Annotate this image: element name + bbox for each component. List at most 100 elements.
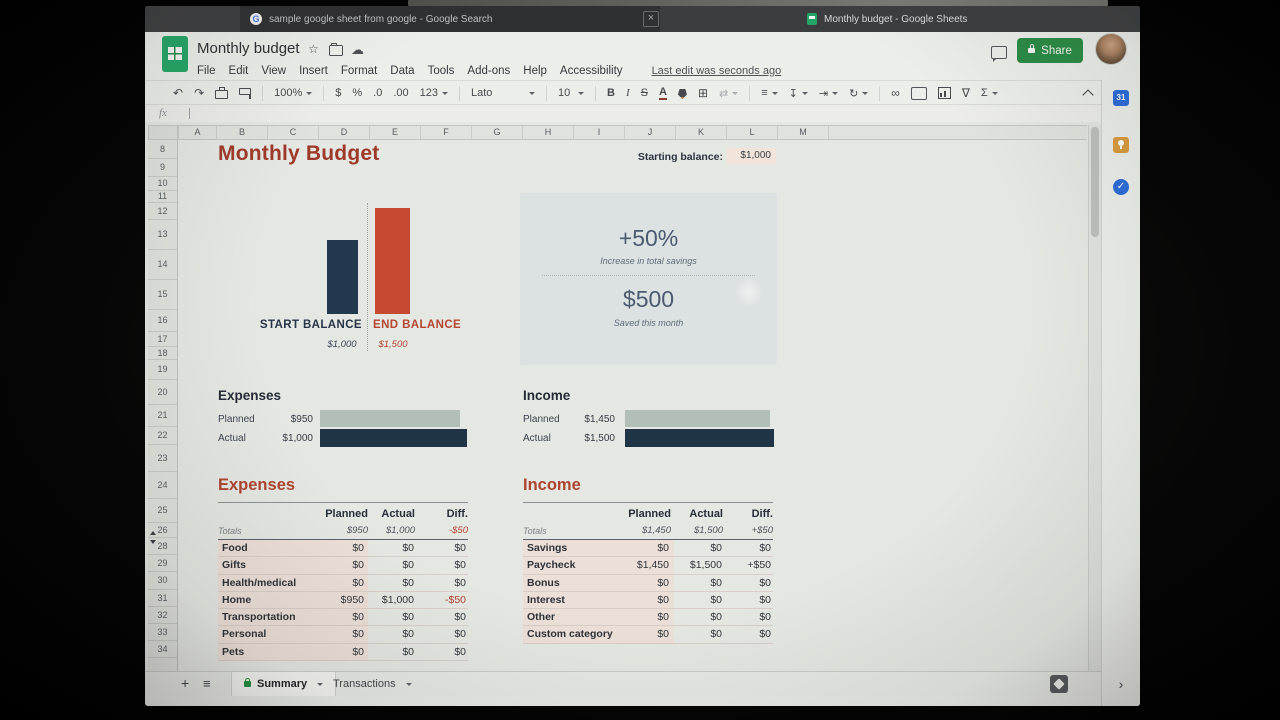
paint-format-icon[interactable] — [239, 88, 251, 95]
font-size-select[interactable]: 10 — [558, 87, 584, 99]
vertical-align-icon[interactable]: ↧ — [789, 87, 808, 100]
income-header-planned[interactable]: Planned — [611, 508, 671, 520]
income-actual-value[interactable]: $1,500 — [555, 433, 615, 444]
menu-edit[interactable]: Edit — [229, 65, 249, 77]
menu-accessibility[interactable]: Accessibility — [560, 65, 623, 77]
row-header[interactable]: 31 — [148, 590, 177, 607]
balance-bar-chart[interactable]: START BALANCE END BALANCE $1,000 $1,500 — [240, 197, 485, 362]
fill-color-icon[interactable] — [678, 89, 687, 99]
column-header[interactable]: F — [421, 125, 472, 140]
table-row[interactable]: Food $0 $0 $0 — [218, 540, 468, 557]
expenses-actual-label[interactable]: Actual — [218, 433, 246, 444]
row-header[interactable]: 29 — [148, 555, 177, 572]
expenses-summary-title[interactable]: Expenses — [218, 388, 281, 403]
row-header[interactable]: 18 — [148, 347, 177, 360]
row-header[interactable]: 11 — [148, 191, 177, 203]
starting-balance-value-cell[interactable]: $1,000 — [727, 148, 776, 164]
row-header[interactable]: 8 — [148, 140, 177, 159]
column-header[interactable]: C — [268, 125, 319, 140]
star-icon[interactable]: ☆ — [308, 42, 319, 56]
menu-addons[interactable]: Add-ons — [467, 65, 510, 77]
row-header[interactable]: 19 — [148, 360, 177, 380]
borders-icon[interactable]: ⊞ — [698, 87, 708, 99]
select-all-corner[interactable] — [148, 125, 178, 140]
column-header[interactable]: B — [217, 125, 268, 140]
column-header[interactable]: G — [472, 125, 523, 140]
column-header[interactable]: K — [676, 125, 727, 140]
sheet-tab-transactions[interactable]: Transactions — [321, 672, 424, 696]
menu-insert[interactable]: Insert — [299, 65, 328, 77]
table-row[interactable]: Gifts $0 $0 $0 — [218, 557, 468, 574]
table-row[interactable]: Home $950 $1,000 -$50 — [218, 592, 468, 609]
decrease-decimal-button[interactable]: .0 — [373, 87, 382, 99]
text-color-button[interactable]: A — [659, 87, 667, 100]
income-planned-bar[interactable] — [625, 410, 770, 427]
table-row[interactable]: Interest $0 $0 $0 — [523, 592, 773, 609]
functions-icon[interactable]: Σ — [981, 87, 998, 99]
row-header[interactable]: 33 — [148, 624, 177, 641]
document-title[interactable]: Monthly budget — [197, 40, 300, 57]
column-header[interactable]: A — [178, 125, 217, 140]
hidden-row-up-icon[interactable] — [150, 531, 156, 535]
column-header[interactable]: L — [727, 125, 778, 140]
table-row[interactable]: Custom category $0 $0 $0 — [523, 626, 773, 643]
row-header[interactable]: 14 — [148, 250, 177, 280]
text-rotation-icon[interactable]: ↻ — [849, 87, 868, 100]
menu-view[interactable]: View — [261, 65, 286, 77]
table-row[interactable]: Pets $0 $0 $0 — [218, 644, 468, 661]
expenses-header-diff[interactable]: Diff. — [408, 508, 468, 520]
expenses-planned-label[interactable]: Planned — [218, 414, 255, 425]
insert-chart-icon[interactable] — [938, 87, 951, 99]
undo-icon[interactable]: ↶ — [173, 87, 183, 99]
italic-button[interactable]: I — [626, 87, 630, 99]
row-header[interactable]: 25 — [148, 499, 177, 523]
table-row[interactable]: Other $0 $0 $0 — [523, 609, 773, 626]
zoom-select[interactable]: 100% — [274, 87, 312, 99]
row-header[interactable]: 16 — [148, 310, 177, 332]
income-actual-bar[interactable] — [625, 429, 774, 447]
menu-help[interactable]: Help — [523, 65, 547, 77]
more-formats-button[interactable]: 123 — [420, 87, 448, 99]
row-header[interactable]: 34 — [148, 641, 177, 658]
avatar[interactable] — [1096, 34, 1126, 64]
expenses-totals-actual[interactable]: $1,000 — [355, 525, 415, 536]
row-header[interactable]: 9 — [148, 159, 177, 177]
row-header[interactable]: 23 — [148, 445, 177, 472]
expenses-totals-diff[interactable]: -$50 — [408, 525, 468, 536]
column-header[interactable]: M — [778, 125, 829, 140]
share-button[interactable]: Share — [1017, 38, 1083, 63]
format-percent-button[interactable]: % — [352, 87, 362, 99]
row-header[interactable]: 13 — [148, 220, 177, 250]
income-totals-diff[interactable]: +$50 — [713, 525, 773, 536]
table-row[interactable]: Bonus $0 $0 $0 — [523, 575, 773, 592]
income-totals-planned[interactable]: $1,450 — [611, 525, 671, 536]
expenses-table-title[interactable]: Expenses — [218, 476, 295, 495]
expenses-planned-value[interactable]: $950 — [253, 414, 313, 425]
row-header[interactable]: 21 — [148, 405, 177, 427]
browser-tab-search[interactable]: G sample google sheet from google - Goog… — [240, 6, 660, 32]
close-tab-icon[interactable]: × — [643, 11, 659, 27]
table-row[interactable]: Savings $0 $0 $0 — [523, 540, 773, 557]
table-row[interactable]: Health/medical $0 $0 $0 — [218, 575, 468, 592]
print-icon[interactable] — [215, 90, 228, 99]
horizontal-align-icon[interactable]: ≡ — [761, 87, 777, 99]
row-header[interactable]: 24 — [148, 472, 177, 499]
menu-file[interactable]: File — [197, 65, 216, 77]
expenses-actual-bar[interactable] — [320, 429, 467, 447]
income-table-title[interactable]: Income — [523, 476, 581, 495]
increase-decimal-button[interactable]: .00 — [393, 87, 408, 99]
last-edit-link[interactable]: Last edit was seconds ago — [652, 65, 782, 77]
row-header[interactable]: 22 — [148, 427, 177, 445]
table-row[interactable]: Personal $0 $0 $0 — [218, 626, 468, 643]
menu-format[interactable]: Format — [341, 65, 377, 77]
row-header[interactable]: 30 — [148, 572, 177, 590]
row-header[interactable]: 20 — [148, 380, 177, 405]
income-totals-label[interactable]: Totals — [523, 526, 547, 536]
add-sheet-button[interactable]: + — [181, 675, 189, 691]
row-header[interactable]: 17 — [148, 332, 177, 347]
savings-scorecard[interactable]: +50% Increase in total savings $500 Save… — [520, 193, 777, 365]
vertical-scrollbar[interactable] — [1088, 125, 1102, 672]
collapse-toolbar-icon[interactable] — [1082, 89, 1093, 100]
browser-tab-sheets[interactable]: Monthly budget - Google Sheets — [797, 6, 977, 32]
font-select[interactable]: Lato — [471, 87, 535, 99]
